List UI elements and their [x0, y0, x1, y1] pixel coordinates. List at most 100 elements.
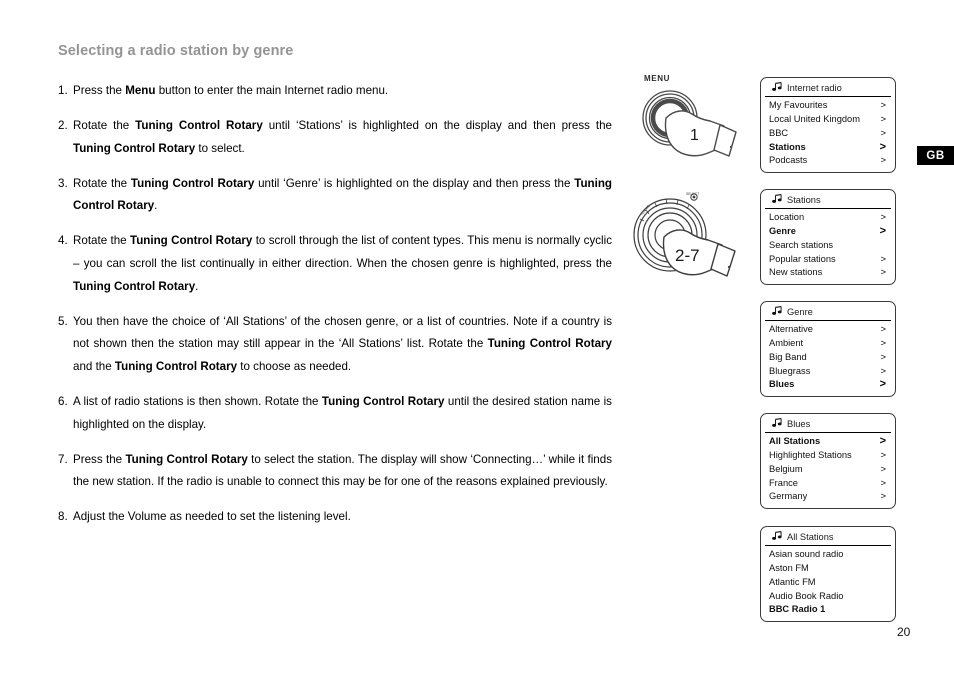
panel-menu-item[interactable]: Local United Kingdom >	[761, 113, 895, 127]
panel-menu-item-label: France	[769, 477, 798, 488]
panel-menu-item-label: Atlantic FM	[769, 576, 816, 587]
step-text-emphasis: Menu	[125, 84, 156, 97]
music-note-icon	[772, 82, 783, 94]
panel-title: Stations	[787, 195, 821, 206]
panel-menu-item[interactable]: New stations >	[761, 266, 895, 280]
panel-menu-item-label: Podcasts	[769, 155, 808, 166]
panel-menu-item[interactable]: Alternative >	[761, 323, 895, 337]
step-text-emphasis: Tuning Control Rotary	[129, 234, 253, 248]
step-text-emphasis: Tuning Control Rotary	[135, 119, 263, 133]
step-number: 6.	[58, 395, 68, 409]
music-note-icon	[772, 306, 783, 318]
step-text-run: to choose as needed.	[237, 359, 352, 373]
step-text-run: to select.	[195, 141, 245, 155]
step-text-run: .	[154, 199, 158, 213]
panel-menu-item[interactable]: Aston FM>	[761, 562, 895, 576]
panel-menu-item[interactable]: BBC >	[761, 127, 895, 141]
chevron-right-icon: >	[879, 378, 886, 391]
panel-menu-item[interactable]: Big Band >	[761, 351, 895, 365]
panel-menu-item-label: Stations	[769, 141, 806, 152]
step-number: 5.	[58, 314, 68, 328]
chevron-right-icon: >	[880, 450, 886, 462]
step-number: 7.	[58, 452, 68, 466]
panel-menu-item-label: Genre	[769, 226, 796, 237]
chevron-right-icon: >	[879, 140, 886, 153]
chevron-right-icon: >	[880, 212, 886, 224]
step-text-run: .	[195, 279, 199, 293]
panel-menu-item[interactable]: Belgium >	[761, 463, 895, 477]
panel-menu-item[interactable]: Genre >	[761, 225, 895, 239]
panel-menu-item-label: New stations	[769, 267, 823, 278]
panel-menu-item[interactable]: Location >	[761, 211, 895, 225]
step-text-emphasis: Tuning Control Rotary	[130, 176, 255, 190]
panel-header: All Stations	[765, 530, 891, 547]
panel-header: Stations	[765, 193, 891, 210]
panel-menu-item-label: Bluegrass	[769, 365, 811, 376]
panel-menu-item-label: Location	[769, 212, 805, 223]
panel-menu-item[interactable]: Audio Book Radio>	[761, 590, 895, 604]
panel-menu-item-label: My Favourites	[769, 100, 828, 111]
panel-row-list: Location>Genre>Search stations>Popular s…	[761, 210, 895, 280]
instruction-step: 4. Rotate the Tuning Control Rotary to sc…	[58, 230, 612, 298]
panel-menu-item-label: Blues	[769, 379, 795, 390]
panel-menu-item[interactable]: Highlighted Stations >	[761, 449, 895, 463]
step-text: Adjust the Volume as needed to set the l…	[73, 506, 612, 529]
panel-menu-item[interactable]: Germany >	[761, 490, 895, 504]
display-panel-genre: Genre Alternative > Ambient > Big Band > Bluegr…	[760, 301, 896, 398]
panel-menu-item[interactable]: Ambient >	[761, 337, 895, 351]
panel-menu-item-label: All Stations	[769, 436, 821, 447]
panel-menu-item-label: BBC	[769, 127, 789, 138]
step-text-emphasis: Tuning Control Rotary	[73, 141, 196, 155]
illustration-tuning-rotary: TUNING SELECT 2-7	[622, 183, 750, 295]
chevron-right-icon: >	[880, 477, 886, 489]
music-note-icon	[772, 194, 783, 206]
panel-menu-item[interactable]: Search stations>	[761, 239, 895, 253]
panel-menu-item[interactable]: Podcasts >	[761, 154, 895, 168]
chevron-right-icon: >	[879, 435, 886, 448]
step-text-emphasis: Tuning Control Rotary	[487, 337, 612, 351]
chevron-right-icon: >	[880, 253, 886, 265]
step-number: 4.	[58, 234, 68, 248]
step-text-run: until ‘Genre’ is highlighted on the disp…	[254, 176, 575, 190]
instruction-steps: 1. Press the Menu button to enter the mai…	[58, 80, 612, 542]
panel-menu-item[interactable]: Atlantic FM>	[761, 576, 895, 590]
step-text-run: Rotate the	[73, 234, 130, 248]
step-text-emphasis: Tuning Control Rotary	[73, 279, 196, 293]
chevron-right-icon: >	[880, 351, 886, 363]
illustration-step-badge-1: 1	[690, 127, 699, 144]
step-number: 2.	[58, 119, 68, 133]
panel-menu-item[interactable]: Stations >	[761, 141, 895, 155]
step-text-emphasis: Tuning Control Rotary	[114, 359, 238, 373]
panel-menu-item-label: Ambient	[769, 338, 804, 349]
panel-menu-item[interactable]: France >	[761, 477, 895, 491]
panel-menu-item[interactable]: Asian sound radio>	[761, 548, 895, 562]
chevron-right-icon: >	[880, 324, 886, 336]
panel-menu-item[interactable]: My Favourites >	[761, 99, 895, 113]
panel-menu-item-label: Alternative	[769, 324, 813, 335]
page-title: Selecting a radio station by genre	[58, 43, 294, 59]
display-panel-stations: StationsLocation>Genre>Search stations>P…	[760, 189, 896, 286]
panel-menu-item-label: Highlighted Stations	[769, 450, 852, 461]
panel-menu-item-label: Asian sound radio	[769, 549, 844, 560]
step-text-emphasis: Tuning Control Rotary	[321, 395, 445, 409]
step-number: 1.	[58, 84, 68, 97]
panel-menu-item[interactable]: BBC Radio 1>	[761, 603, 895, 617]
panel-menu-item-label: Big Band	[769, 351, 807, 362]
step-text-run: Rotate the	[73, 119, 136, 133]
chevron-right-icon: >	[880, 114, 886, 126]
music-note-icon	[772, 531, 783, 543]
panel-menu-item[interactable]: Popular stations >	[761, 253, 895, 267]
step-text-run: and the	[73, 359, 115, 373]
music-note-icon	[772, 418, 783, 430]
panel-menu-item[interactable]: All Stations >	[761, 435, 895, 449]
instruction-step: 1. Press the Menu button to enter the mai…	[58, 80, 612, 103]
chevron-right-icon: >	[880, 100, 886, 112]
step-text-emphasis: Tuning Control Rotary	[125, 452, 248, 466]
chevron-right-icon: >	[879, 225, 886, 238]
panel-menu-item[interactable]: Bluegrass >	[761, 365, 895, 379]
panel-row-list: All Stations > Highlighted Stations > Belgiu…	[761, 434, 895, 504]
panel-title: Genre	[787, 307, 813, 318]
panel-menu-item[interactable]: Blues >	[761, 378, 895, 392]
panel-header: Genre	[765, 305, 891, 322]
step-number: 8.	[58, 510, 68, 524]
